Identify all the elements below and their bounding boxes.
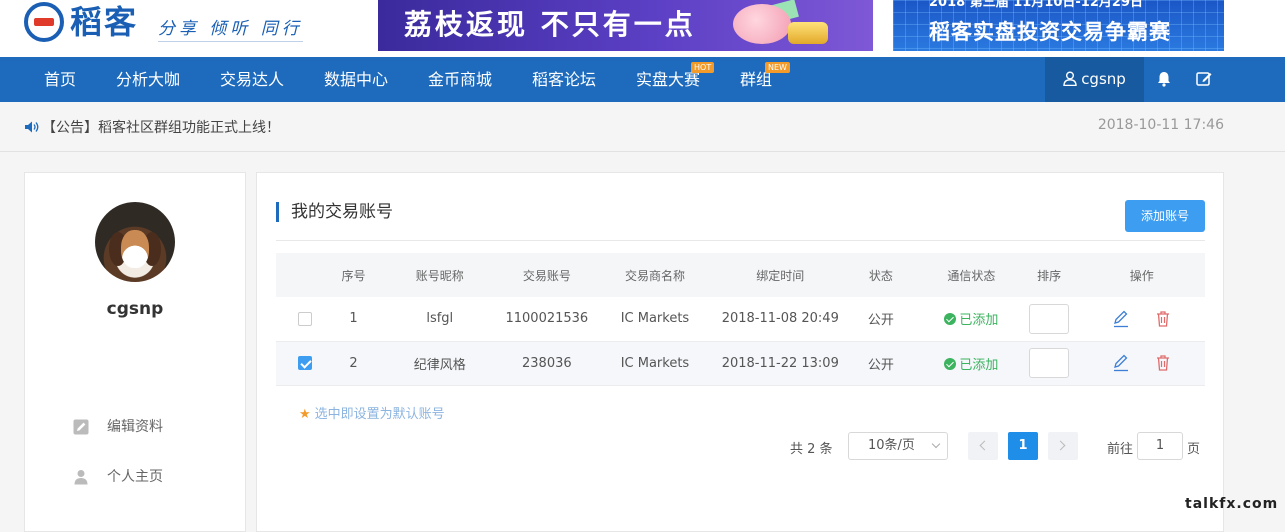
page-title: 我的交易账号: [276, 202, 393, 222]
goto-page-input[interactable]: 1: [1137, 432, 1183, 460]
comm-status-text: 已添加: [959, 313, 999, 329]
piggy-bank-icon: [733, 4, 791, 44]
col-comm-status: 通信状态: [922, 253, 1020, 297]
edit-pencil-icon[interactable]: [1112, 354, 1130, 372]
notice-bar: 【公告】稻客社区群组功能正式上线！ 2018-10-11 17:46: [0, 102, 1285, 152]
hint-text: 选中即设置为默认账号: [314, 407, 445, 422]
coins-icon: [788, 22, 828, 44]
avatar-dog-face: [121, 230, 149, 268]
logo-name: 稻客: [70, 3, 139, 41]
ad-banner-lychee-text: 荔枝返现 不只有一点: [404, 8, 696, 41]
goto-label: 前往: [1107, 442, 1134, 457]
star-icon: ★: [299, 407, 311, 422]
bell-icon[interactable]: [1155, 70, 1173, 88]
comm-status-badge: 已添加: [944, 357, 999, 373]
col-sort: 排序: [1019, 253, 1079, 297]
check-circle-icon: [944, 357, 957, 370]
hot-badge: HOT: [691, 62, 715, 73]
title-divider: [276, 240, 1205, 241]
cell-no: 1: [333, 297, 374, 342]
next-page-button[interactable]: [1048, 432, 1078, 460]
table-row: 2 纪律风格 238036 IC Markets 2018-11-22 13:0…: [276, 341, 1205, 386]
cell-account: 1100021536: [505, 297, 589, 342]
logo-slogan: 分享 倾听 同行: [158, 14, 303, 42]
chevron-left-icon: [979, 440, 990, 451]
nav-home[interactable]: 首页: [44, 57, 76, 102]
check-circle-icon: [944, 313, 957, 326]
nav-username: cgsnp: [1081, 70, 1126, 88]
page-suffix-label: 页: [1187, 442, 1201, 457]
cell-status: 公开: [838, 297, 923, 342]
trash-icon[interactable]: [1154, 354, 1172, 372]
sort-input[interactable]: [1029, 303, 1070, 334]
nav-forum[interactable]: 稻客论坛: [532, 57, 596, 102]
chevron-right-icon: [1055, 440, 1066, 451]
col-no: 序号: [333, 253, 374, 297]
watermark: talkfx.com: [1185, 496, 1279, 512]
ad-banner-contest-title: 稻客实盘投资交易争霸赛: [929, 20, 1171, 44]
sidebar-item-label: 编辑资料: [107, 419, 163, 435]
nav-traders[interactable]: 交易达人: [220, 57, 284, 102]
sidebar-username: cgsnp: [106, 299, 164, 319]
cell-status: 公开: [838, 341, 923, 386]
top-banner: 稻客 分享 倾听 同行 荔枝返现 不只有一点 2018 第三届 11月10日-1…: [0, 0, 1285, 57]
row-checkbox[interactable]: [297, 311, 312, 326]
ad-banner-contest[interactable]: 2018 第三届 11月10日-12月29日 稻客实盘投资交易争霸赛: [893, 0, 1224, 51]
sort-input[interactable]: [1029, 348, 1070, 378]
pagination: 共 2 条 10条/页 1 前往 1 页: [257, 431, 1225, 461]
cell-broker: IC Markets: [588, 297, 722, 342]
nav-coin-mall[interactable]: 金币商城: [428, 57, 492, 102]
cell-bind-time: 2018-11-08 20:49: [721, 297, 839, 342]
ad-banner-lychee[interactable]: 荔枝返现 不只有一点: [378, 0, 873, 51]
compose-icon[interactable]: [1195, 70, 1213, 88]
speaker-icon: [25, 121, 39, 133]
main-nav: 首页 分析大咖 交易达人 数据中心 金币商城 稻客论坛 实盘大赛 HOT 群组 …: [0, 57, 1285, 102]
user-icon: [1063, 71, 1077, 86]
prev-page-button[interactable]: [968, 432, 998, 460]
cell-bind-time: 2018-11-22 13:09: [721, 341, 839, 386]
col-status: 状态: [838, 253, 923, 297]
ad-banner-contest-date: 2018 第三届 11月10日-12月29日: [929, 0, 1143, 10]
edit-icon: [73, 419, 89, 435]
logo-mark-icon: [24, 2, 64, 42]
page-1-button[interactable]: 1: [1008, 432, 1038, 460]
trash-icon[interactable]: [1154, 310, 1172, 328]
cell-nickname: 纪律风格: [374, 341, 506, 386]
comm-status-badge: 已添加: [944, 313, 998, 328]
pagination-total: 共 2 条: [790, 442, 833, 457]
col-select: [276, 253, 334, 297]
notice-time: 2018-10-11 17:46: [1097, 117, 1224, 133]
comm-status-text: 已添加: [959, 357, 999, 373]
accounts-table: 序号 账号昵称 交易账号 交易商名称 绑定时间 状态 通信状态 排序 操作 1 …: [276, 253, 1205, 386]
col-nickname: 账号昵称: [374, 253, 506, 297]
page-size-value: 10条/页: [868, 438, 915, 453]
cell-no: 2: [333, 341, 374, 386]
new-badge: NEW: [765, 62, 790, 73]
sidebar-item-label: 个人主页: [107, 469, 163, 485]
table-row: 1 lsfgl 1100021536 IC Markets 2018-11-08…: [276, 297, 1205, 342]
chevron-down-icon: [931, 439, 941, 449]
cell-account: 238036: [505, 341, 589, 386]
nav-analysts[interactable]: 分析大咖: [116, 57, 180, 102]
nav-data-center[interactable]: 数据中心: [324, 57, 388, 102]
add-account-button[interactable]: 添加账号: [1125, 200, 1205, 232]
table-header-row: 序号 账号昵称 交易账号 交易商名称 绑定时间 状态 通信状态 排序 操作: [276, 253, 1205, 297]
cell-nickname: lsfgl: [374, 297, 506, 342]
col-broker: 交易商名称: [588, 253, 722, 297]
row-checkbox[interactable]: [297, 356, 312, 370]
col-bind-time: 绑定时间: [721, 253, 839, 297]
default-account-hint: ★ 选中即设置为默认账号: [299, 403, 445, 422]
col-actions: 操作: [1078, 253, 1205, 297]
notice-text[interactable]: 【公告】稻客社区群组功能正式上线！: [42, 117, 280, 137]
col-account: 交易账号: [505, 253, 589, 297]
site-logo[interactable]: 稻客 分享 倾听 同行: [24, 2, 324, 46]
profile-sidebar: cgsnp 编辑资料 个人主页: [24, 172, 246, 532]
nav-user-menu[interactable]: cgsnp: [1045, 57, 1144, 102]
cell-broker: IC Markets: [588, 341, 722, 386]
page-size-select[interactable]: 10条/页: [848, 432, 948, 460]
person-icon: [74, 470, 88, 485]
accounts-panel: 我的交易账号 添加账号 序号 账号昵称 交易账号 交易商名称 绑定时间 状态 通…: [256, 172, 1224, 532]
edit-pencil-icon[interactable]: [1112, 310, 1130, 328]
avatar[interactable]: [95, 202, 175, 282]
